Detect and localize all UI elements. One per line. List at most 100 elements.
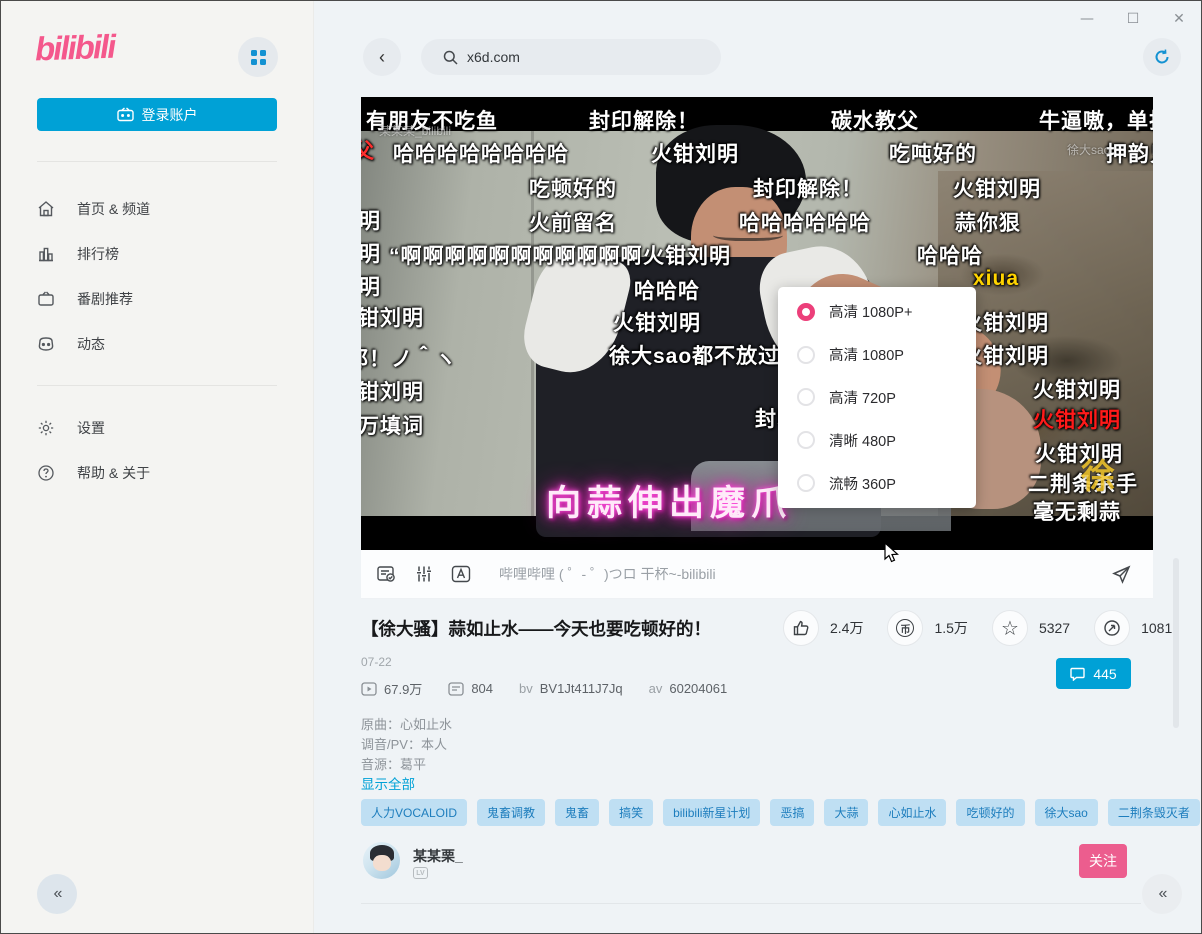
- sidebar-item-dynamic[interactable]: 动态: [37, 330, 277, 358]
- maximize-button[interactable]: ☐: [1121, 7, 1145, 31]
- tag[interactable]: 恶搞: [770, 799, 814, 826]
- comment-bubble-icon: [1070, 667, 1085, 681]
- sidebar-item-label: 帮助 & 关于: [77, 463, 150, 483]
- radio-icon: [797, 431, 815, 449]
- danmaku-text: 火钳刘明: [361, 271, 381, 301]
- sliders-icon: [415, 565, 433, 583]
- danmaku-text: “啊啊啊啊啊啊啊啊啊啊啊: [389, 240, 643, 270]
- app-window: { "window": { "minimize": "—", "maximize…: [0, 0, 1202, 934]
- danmaku-text: 火钳刘明: [651, 138, 739, 168]
- danmaku-text: 火钳刘明: [953, 173, 1041, 203]
- sidebar-item-settings[interactable]: 设置: [37, 414, 277, 442]
- bilibili-logo[interactable]: bilibili: [34, 28, 115, 69]
- gear-icon: [37, 419, 55, 437]
- search-input[interactable]: x6d.com: [421, 39, 721, 75]
- share-icon: [1094, 610, 1130, 646]
- tag[interactable]: bilibili新星计划: [663, 799, 760, 826]
- coin-icon: 币: [887, 610, 923, 646]
- search-icon: [443, 50, 458, 65]
- tag[interactable]: 鬼畜: [555, 799, 599, 826]
- quality-option-1080p[interactable]: 高清 1080P: [778, 335, 976, 375]
- sidebar-divider: [37, 161, 277, 162]
- panel-collapse-button[interactable]: «: [1142, 874, 1182, 914]
- tag[interactable]: 搞笑: [609, 799, 653, 826]
- video-watermark: 某某某_bilibili: [379, 122, 451, 139]
- quality-option-720p[interactable]: 高清 720P: [778, 377, 976, 417]
- tag[interactable]: 徐大sao: [1035, 799, 1098, 826]
- quality-menu: 高清 1080P+ 高清 1080P 高清 720P 清晰 480P 流畅 36…: [778, 287, 976, 508]
- sidebar-item-help[interactable]: 帮助 & 关于: [37, 459, 277, 487]
- comments-button[interactable]: 445: [1056, 658, 1131, 689]
- like-button[interactable]: 2.4万: [783, 610, 887, 646]
- login-button[interactable]: 登录账户: [37, 98, 277, 131]
- description-line: 原曲：心如止水: [361, 714, 452, 733]
- danmaku-text: 吃顿好的: [529, 173, 617, 203]
- sidebar-item-ranking[interactable]: 排行榜: [37, 240, 277, 268]
- scrollbar-thumb[interactable]: [1173, 558, 1179, 728]
- font-style-icon: [451, 565, 471, 583]
- sidebar: bilibili 登录账户 首页 & 频道 排行榜 番剧推荐 动态 设置 帮助 …: [1, 1, 314, 933]
- show-all-link[interactable]: 显示全部: [361, 773, 415, 793]
- quality-option-1080p-plus[interactable]: 高清 1080P+: [778, 292, 976, 332]
- share-button[interactable]: 1081: [1094, 610, 1172, 646]
- tag[interactable]: 鬼畜调教: [477, 799, 545, 826]
- help-icon: [37, 464, 55, 482]
- sidebar-item-home[interactable]: 首页 & 频道: [37, 195, 277, 223]
- danmaku-style-button[interactable]: [451, 565, 471, 583]
- apps-grid-button[interactable]: [238, 37, 278, 77]
- danmaku-text: 牛逼嗷，单排: [1039, 105, 1153, 135]
- danmaku-text: 父: [361, 135, 375, 165]
- tag[interactable]: 大蒜: [824, 799, 868, 826]
- sidebar-collapse-button[interactable]: «: [37, 874, 77, 914]
- uploader-avatar[interactable]: [363, 842, 400, 879]
- follow-button[interactable]: 关注: [1079, 844, 1127, 878]
- tag[interactable]: 人力VOCALOID: [361, 799, 467, 826]
- dynamic-icon: [37, 335, 55, 353]
- danmaku-text: 徐大sao都不放过: [609, 340, 780, 370]
- comment-count: 445: [1093, 666, 1116, 682]
- sidebar-item-label: 设置: [77, 418, 105, 438]
- coin-button[interactable]: 币 1.5万: [887, 610, 991, 646]
- radio-selected-icon: [797, 303, 815, 321]
- av-id[interactable]: 60204061: [669, 681, 727, 696]
- quality-option-480p[interactable]: 清晰 480P: [778, 420, 976, 460]
- uploader-name[interactable]: 某某栗_: [413, 846, 463, 866]
- search-value: x6d.com: [467, 49, 520, 65]
- back-button[interactable]: ‹: [363, 38, 401, 76]
- radio-icon: [797, 388, 815, 406]
- danmaku-text: 哈哈哈哈哈哈: [739, 207, 871, 237]
- video-watermark: 徐大sao: [1067, 141, 1110, 158]
- danmaku-text: 邪！ノ＾ヽ: [361, 343, 457, 373]
- quality-option-360p[interactable]: 流畅 360P: [778, 463, 976, 503]
- refresh-button[interactable]: [1143, 38, 1181, 76]
- bv-id[interactable]: BV1Jt411J7Jq: [540, 681, 623, 696]
- danmaku-input-bar: 哔哩哔哩 ( ゜- ゜)つロ 干杯~-bilibili: [361, 550, 1153, 599]
- close-button[interactable]: ✕: [1167, 7, 1191, 31]
- sidebar-item-label: 动态: [77, 334, 105, 354]
- sidebar-divider: [37, 385, 277, 386]
- danmaku-text: 火钳刘明: [361, 238, 381, 268]
- sidebar-item-bangumi[interactable]: 番剧推荐: [37, 285, 277, 313]
- danmaku-count: 804: [471, 681, 493, 696]
- tag[interactable]: 二荆条毁灭者: [1108, 799, 1200, 826]
- av-label: av: [649, 681, 663, 696]
- view-count: 67.9万: [384, 679, 422, 698]
- tag[interactable]: 吃顿好的: [956, 799, 1024, 826]
- danmaku-settings-button[interactable]: [415, 565, 433, 583]
- tag[interactable]: 心如止水: [878, 799, 946, 826]
- video-subtitle: 向蒜伸出魔爪: [546, 475, 792, 526]
- favorite-button[interactable]: ☆ 5327: [992, 610, 1094, 646]
- description-line: 音源：葛平: [361, 754, 426, 773]
- chevron-left-icon: ‹: [379, 47, 385, 68]
- danmaku-input[interactable]: 哔哩哔哩 ( ゜- ゜)つロ 干杯~-bilibili: [499, 564, 1112, 584]
- like-count: 2.4万: [830, 618, 863, 638]
- video-player[interactable]: 有朋友不吃鱼封印解除！碳水教父牛逼嗷，单排父哈哈哈哈哈哈哈哈火钳刘明吃吨好的押韵…: [361, 97, 1153, 550]
- sidebar-item-label: 排行榜: [77, 244, 119, 264]
- danmaku-send-button[interactable]: [1112, 565, 1131, 584]
- danmaku-text: 毫无剩蒜: [1033, 496, 1121, 526]
- danmaku-list-button[interactable]: [377, 565, 397, 583]
- ranking-icon: [37, 245, 55, 263]
- danmaku-text: 哈哈哈: [917, 240, 983, 270]
- minimize-button[interactable]: —: [1075, 7, 1099, 31]
- radio-icon: [797, 474, 815, 492]
